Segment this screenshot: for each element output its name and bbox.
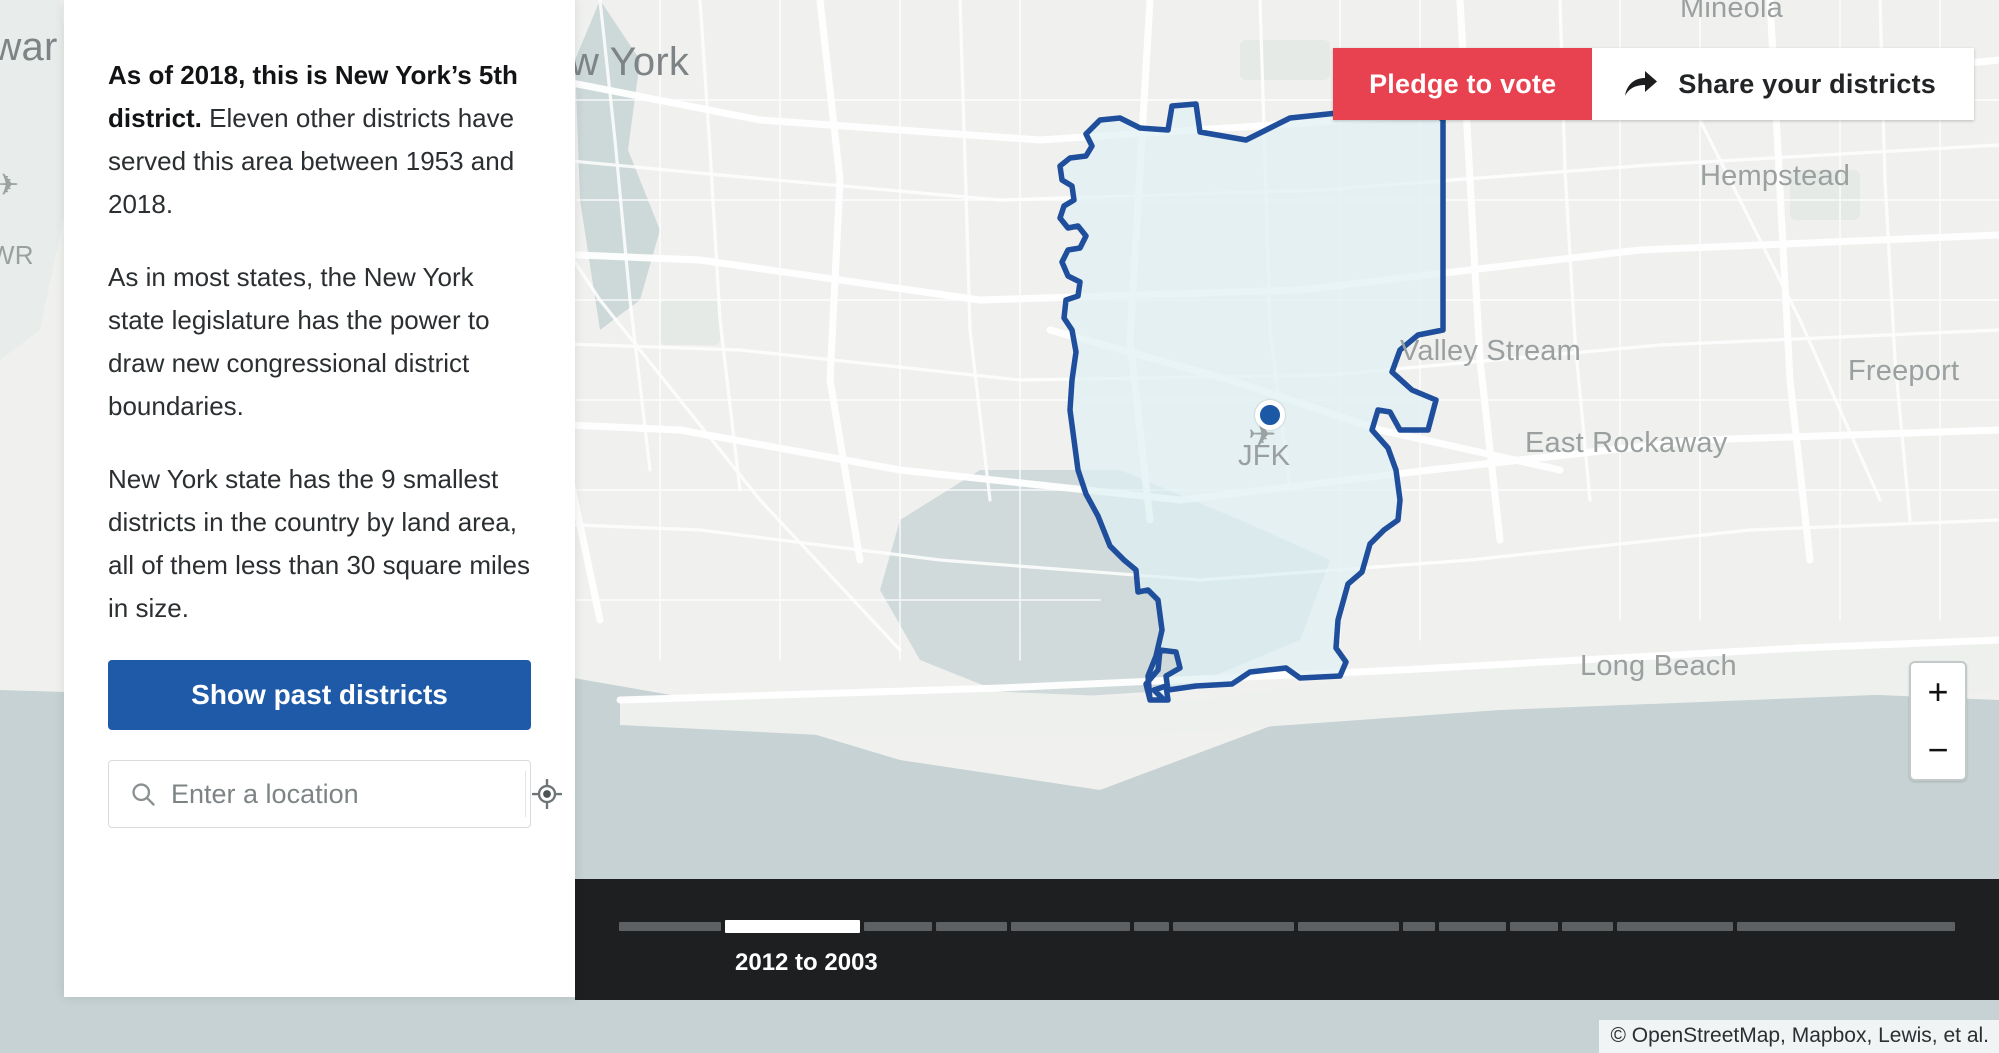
timeline-segment[interactable] (863, 922, 933, 931)
timeline-segment[interactable] (1298, 922, 1399, 931)
timeline-segment[interactable] (936, 922, 1008, 931)
jfk-location-marker[interactable] (1255, 400, 1285, 430)
timeline-segment[interactable] (1736, 922, 1955, 931)
search-icon (109, 780, 171, 808)
timeline-segment[interactable] (1133, 922, 1169, 931)
timeline-active-label: 2012 to 2003 (735, 949, 878, 976)
crosshair-locate-icon[interactable] (525, 771, 568, 817)
paragraph-district-summary: As of 2018, this is New York’s 5th distr… (108, 54, 531, 226)
zoom-out-button[interactable]: − (1911, 721, 1965, 779)
app-root: ✈ ✈ Mineola Hempstead Valley Stream Freepor… (0, 0, 1999, 1053)
location-search-box[interactable] (108, 760, 562, 828)
district-timeline[interactable]: 2012 to 2003 (575, 879, 1999, 1000)
search-input[interactable] (171, 778, 525, 810)
timeline-segment-active[interactable] (725, 920, 860, 933)
info-sidebar: As of 2018, this is New York’s 5th distr… (64, 0, 575, 997)
timeline-segment[interactable] (619, 922, 722, 931)
show-past-districts-button[interactable]: Show past districts (108, 660, 531, 730)
timeline-segment[interactable] (1438, 922, 1507, 931)
map-zoom-controls: + − (1909, 661, 1967, 781)
zoom-in-button[interactable]: + (1911, 663, 1965, 721)
map-action-bar: Pledge to vote Share your districts (1333, 48, 1974, 120)
pledge-to-vote-button[interactable]: Pledge to vote (1333, 48, 1593, 120)
paragraph-smallest-districts: New York state has the 9 smallest distri… (108, 464, 530, 623)
timeline-segment[interactable] (1561, 922, 1613, 931)
paragraph-legislature: As in most states, the New York state le… (108, 262, 490, 421)
timeline-segment[interactable] (1616, 922, 1733, 931)
share-button-label: Share your districts (1678, 68, 1936, 99)
timeline-segment[interactable] (1172, 922, 1295, 931)
airport-plane-icon-ewr: ✈ (0, 169, 20, 202)
timeline-track[interactable] (619, 920, 1955, 933)
timeline-segment[interactable] (1510, 922, 1558, 931)
timeline-segment[interactable] (1402, 922, 1435, 931)
share-your-districts-button[interactable]: Share your districts (1592, 48, 1974, 120)
share-arrow-icon (1624, 70, 1658, 98)
timeline-segment[interactable] (1011, 922, 1130, 931)
map-attribution: © OpenStreetMap, Mapbox, Lewis, et al. (1598, 1020, 1999, 1053)
